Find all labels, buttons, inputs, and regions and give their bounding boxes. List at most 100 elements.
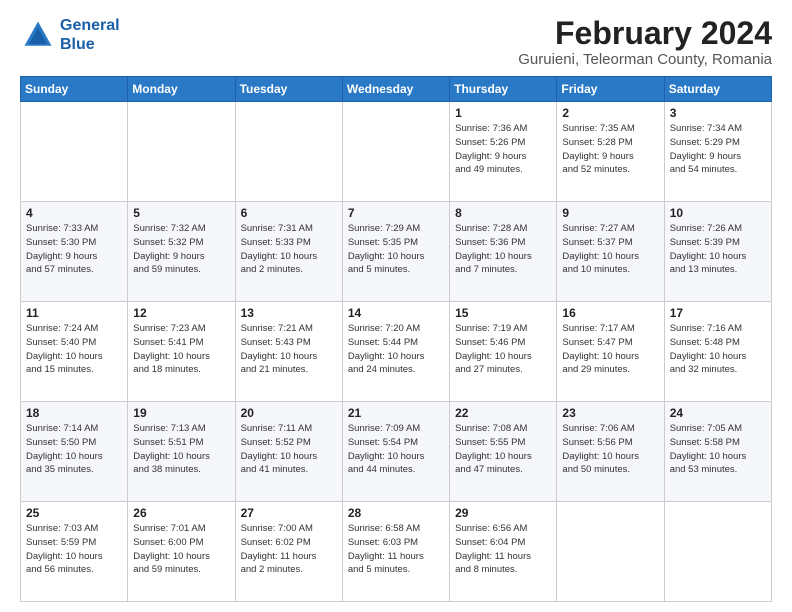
day-number: 21 [348,406,444,420]
day-number: 14 [348,306,444,320]
calendar-cell: 12 Sunrise: 7:23 AM Sunset: 5:41 PM Dayli… [128,302,235,402]
day-number: 7 [348,206,444,220]
calendar-cell: 3Sunrise: 7:34 AM Sunset: 5:29 PM Daylig… [664,102,771,202]
day-info: Sunrise: 7:00 AM Sunset: 6:02 PM Dayligh… [241,522,337,577]
day-info: Sunrise: 7:35 AM Sunset: 5:28 PM Dayligh… [562,122,658,177]
day-number: 25 [26,506,122,520]
day-number: 6 [241,206,337,220]
day-info: Sunrise: 7:23 AM Sunset: 5:41 PM Dayligh… [133,322,229,377]
logo-text: General Blue [60,16,120,54]
day-info: Sunrise: 7:26 AM Sunset: 5:39 PM Dayligh… [670,222,766,277]
day-info: Sunrise: 7:20 AM Sunset: 5:44 PM Dayligh… [348,322,444,377]
day-of-week-header: Thursday [450,77,557,102]
day-number: 26 [133,506,229,520]
day-info: Sunrise: 7:21 AM Sunset: 5:43 PM Dayligh… [241,322,337,377]
day-of-week-header: Monday [128,77,235,102]
day-number: 27 [241,506,337,520]
day-number: 8 [455,206,551,220]
calendar-cell: 23 Sunrise: 7:06 AM Sunset: 5:56 PM Dayli… [557,402,664,502]
day-number: 29 [455,506,551,520]
day-info: Sunrise: 7:27 AM Sunset: 5:37 PM Dayligh… [562,222,658,277]
logo: General Blue [20,16,120,54]
calendar-cell [21,102,128,202]
calendar-cell: 18 Sunrise: 7:14 AM Sunset: 5:50 PM Dayli… [21,402,128,502]
day-info: Sunrise: 7:34 AM Sunset: 5:29 PM Dayligh… [670,122,766,177]
calendar-cell [235,102,342,202]
day-number: 15 [455,306,551,320]
day-number: 20 [241,406,337,420]
calendar-cell: 13 Sunrise: 7:21 AM Sunset: 5:43 PM Dayli… [235,302,342,402]
day-info: Sunrise: 7:17 AM Sunset: 5:47 PM Dayligh… [562,322,658,377]
day-number: 5 [133,206,229,220]
calendar-cell [664,502,771,602]
calendar-cell: 7 Sunrise: 7:29 AM Sunset: 5:35 PM Daylig… [342,202,449,302]
day-info: Sunrise: 7:03 AM Sunset: 5:59 PM Dayligh… [26,522,122,577]
day-info: Sunrise: 7:29 AM Sunset: 5:35 PM Dayligh… [348,222,444,277]
day-number: 2 [562,106,658,120]
calendar-cell: 6 Sunrise: 7:31 AM Sunset: 5:33 PM Daylig… [235,202,342,302]
day-of-week-header: Tuesday [235,77,342,102]
day-number: 23 [562,406,658,420]
calendar-cell [128,102,235,202]
day-number: 13 [241,306,337,320]
calendar-cell: 27 Sunrise: 7:00 AM Sunset: 6:02 PM Dayli… [235,502,342,602]
day-number: 9 [562,206,658,220]
day-of-week-header: Friday [557,77,664,102]
day-info: Sunrise: 7:36 AM Sunset: 5:26 PM Dayligh… [455,122,551,177]
day-info: Sunrise: 7:14 AM Sunset: 5:50 PM Dayligh… [26,422,122,477]
title-block: February 2024 Guruieni, Teleorman County… [518,16,772,68]
day-info: Sunrise: 7:11 AM Sunset: 5:52 PM Dayligh… [241,422,337,477]
calendar-cell: 9 Sunrise: 7:27 AM Sunset: 5:37 PM Daylig… [557,202,664,302]
calendar-cell: 5 Sunrise: 7:32 AM Sunset: 5:32 PM Daylig… [128,202,235,302]
day-info: Sunrise: 6:56 AM Sunset: 6:04 PM Dayligh… [455,522,551,577]
calendar-cell: 25 Sunrise: 7:03 AM Sunset: 5:59 PM Dayli… [21,502,128,602]
day-number: 22 [455,406,551,420]
calendar-cell: 19 Sunrise: 7:13 AM Sunset: 5:51 PM Dayli… [128,402,235,502]
calendar-cell: 11 Sunrise: 7:24 AM Sunset: 5:40 PM Dayli… [21,302,128,402]
day-info: Sunrise: 7:16 AM Sunset: 5:48 PM Dayligh… [670,322,766,377]
day-of-week-header: Saturday [664,77,771,102]
calendar-cell: 20 Sunrise: 7:11 AM Sunset: 5:52 PM Dayli… [235,402,342,502]
day-info: Sunrise: 7:33 AM Sunset: 5:30 PM Dayligh… [26,222,122,277]
day-number: 11 [26,306,122,320]
calendar-cell [342,102,449,202]
day-info: Sunrise: 7:05 AM Sunset: 5:58 PM Dayligh… [670,422,766,477]
calendar-cell: 8 Sunrise: 7:28 AM Sunset: 5:36 PM Daylig… [450,202,557,302]
day-info: Sunrise: 7:13 AM Sunset: 5:51 PM Dayligh… [133,422,229,477]
day-info: Sunrise: 7:09 AM Sunset: 5:54 PM Dayligh… [348,422,444,477]
calendar-cell: 21 Sunrise: 7:09 AM Sunset: 5:54 PM Dayli… [342,402,449,502]
calendar-cell: 1Sunrise: 7:36 AM Sunset: 5:26 PM Daylig… [450,102,557,202]
day-number: 10 [670,206,766,220]
day-info: Sunrise: 7:01 AM Sunset: 6:00 PM Dayligh… [133,522,229,577]
day-info: Sunrise: 7:28 AM Sunset: 5:36 PM Dayligh… [455,222,551,277]
day-number: 18 [26,406,122,420]
calendar-cell: 28 Sunrise: 6:58 AM Sunset: 6:03 PM Dayli… [342,502,449,602]
calendar-cell: 17Sunrise: 7:16 AM Sunset: 5:48 PM Dayli… [664,302,771,402]
calendar-cell: 24 Sunrise: 7:05 AM Sunset: 5:58 PM Dayli… [664,402,771,502]
day-info: Sunrise: 7:08 AM Sunset: 5:55 PM Dayligh… [455,422,551,477]
day-number: 4 [26,206,122,220]
day-number: 28 [348,506,444,520]
day-number: 19 [133,406,229,420]
calendar-cell: 14 Sunrise: 7:20 AM Sunset: 5:44 PM Dayli… [342,302,449,402]
calendar-cell: 4 Sunrise: 7:33 AM Sunset: 5:30 PM Daylig… [21,202,128,302]
header: General Blue February 2024 Guruieni, Tel… [20,16,772,68]
day-info: Sunrise: 7:19 AM Sunset: 5:46 PM Dayligh… [455,322,551,377]
calendar-cell: 2 Sunrise: 7:35 AM Sunset: 5:28 PM Daylig… [557,102,664,202]
day-info: Sunrise: 7:06 AM Sunset: 5:56 PM Dayligh… [562,422,658,477]
page: General Blue February 2024 Guruieni, Tel… [0,0,792,612]
calendar-cell: 26 Sunrise: 7:01 AM Sunset: 6:00 PM Dayli… [128,502,235,602]
day-info: Sunrise: 7:31 AM Sunset: 5:33 PM Dayligh… [241,222,337,277]
day-of-week-header: Wednesday [342,77,449,102]
calendar-cell: 22 Sunrise: 7:08 AM Sunset: 5:55 PM Dayli… [450,402,557,502]
main-title: February 2024 [518,16,772,51]
day-of-week-header: Sunday [21,77,128,102]
day-number: 24 [670,406,766,420]
day-info: Sunrise: 6:58 AM Sunset: 6:03 PM Dayligh… [348,522,444,577]
calendar: SundayMondayTuesdayWednesdayThursdayFrid… [20,76,772,602]
day-number: 12 [133,306,229,320]
calendar-cell: 16 Sunrise: 7:17 AM Sunset: 5:47 PM Dayli… [557,302,664,402]
day-info: Sunrise: 7:24 AM Sunset: 5:40 PM Dayligh… [26,322,122,377]
day-number: 16 [562,306,658,320]
day-info: Sunrise: 7:32 AM Sunset: 5:32 PM Dayligh… [133,222,229,277]
